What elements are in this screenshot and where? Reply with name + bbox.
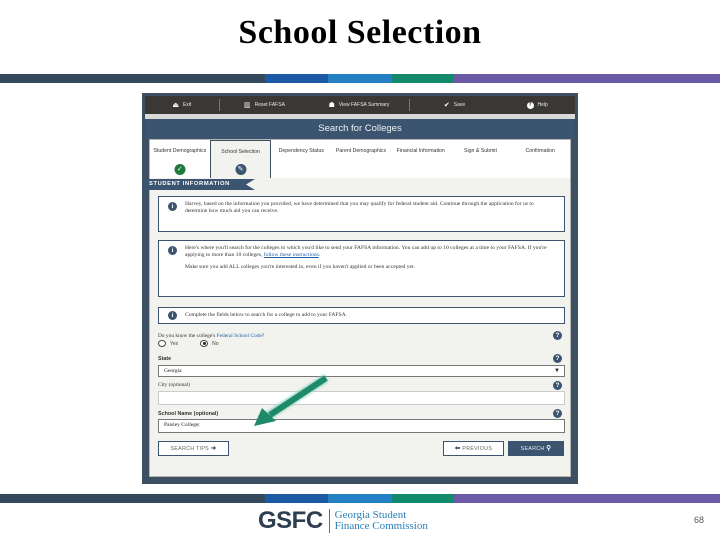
form-panel: Student Demographics ✓ School Selection … [142, 139, 571, 477]
page-header: Search for Colleges [145, 119, 575, 139]
help-icon: ? [526, 101, 534, 109]
state-select[interactable]: Georgia ▼ [158, 365, 565, 377]
follow-instructions-link[interactable]: follow these instructions [264, 252, 319, 258]
progress-steps: Student Demographics ✓ School Selection … [150, 140, 570, 178]
previous-button[interactable]: ⬅ PREVIOUS [443, 441, 504, 456]
page-number: 68 [694, 515, 705, 525]
logo-divider [328, 509, 330, 533]
search-icon: ⚲ [546, 445, 552, 452]
search-tips-button[interactable]: SEARCH TIPS ➜ [158, 441, 229, 456]
school-name-input[interactable]: Paisley College| [158, 419, 565, 433]
top-color-stripe [0, 74, 720, 83]
summary-icon: ☗ [328, 102, 335, 109]
step-confirmation[interactable]: Confirmation [510, 140, 570, 178]
step-student-demographics[interactable]: Student Demographics ✓ [150, 140, 210, 178]
city-label: City (optional) [158, 382, 190, 388]
school-code-question: Do you know the college's Federal School… [158, 333, 265, 339]
radio-yes[interactable] [158, 340, 166, 347]
state-label: State [158, 356, 172, 362]
nav-save[interactable]: ✔ Save [410, 96, 500, 114]
slide-title: School Selection [238, 14, 482, 51]
info-icon: i [168, 246, 177, 255]
trash-icon: ▥ [243, 102, 251, 109]
help-icon[interactable]: ? [553, 354, 562, 363]
arrow-left-circle-icon: ⬅ [454, 445, 461, 452]
logo-name: Georgia Student Finance Commission [334, 509, 428, 532]
search-info-alert: i Here's where you'll search for the col… [158, 240, 565, 297]
chevron-down-icon: ▼ [554, 368, 560, 374]
step-edit-pencil-icon: ✎ [235, 164, 247, 175]
info-icon: i [168, 202, 177, 211]
nav-view-summary[interactable]: ☗ View FAFSA Summary [309, 96, 409, 114]
eligibility-alert: i Harvey, based on the information you p… [158, 196, 565, 232]
federal-school-code-link[interactable]: Federal School Code [217, 333, 262, 339]
nav-help[interactable]: ? Help [499, 96, 575, 114]
step-sign-submit[interactable]: Sign & Submit [451, 140, 511, 178]
section-banner: STUDENT INFORMATION [142, 179, 255, 190]
info-icon: i [168, 311, 177, 320]
school-code-radio-group: Yes No [158, 340, 219, 347]
gsfc-logo: GSFC Georgia Student Finance Commission [258, 507, 428, 535]
step-complete-check-icon: ✓ [174, 164, 186, 175]
help-icon[interactable]: ? [553, 381, 562, 390]
top-nav: ⏏ Exit ▥ Reset FAFSA ☗ View FAFSA Summar… [145, 96, 575, 114]
help-icon[interactable]: ? [553, 331, 562, 340]
radio-no[interactable] [200, 340, 209, 347]
complete-fields-alert: i Complete the fields below to search fo… [158, 307, 565, 324]
nav-exit[interactable]: ⏏ Exit [145, 96, 219, 114]
city-input[interactable] [158, 391, 565, 405]
step-financial-information[interactable]: Financial Information [391, 140, 451, 178]
nav-reset-fafsa[interactable]: ▥ Reset FAFSA [220, 96, 310, 114]
bottom-color-stripe [0, 494, 720, 503]
step-dependency-status[interactable]: Dependency Status [271, 140, 331, 178]
search-button[interactable]: SEARCH ⚲ [508, 441, 564, 456]
help-icon[interactable]: ? [553, 409, 562, 418]
step-school-selection[interactable]: School Selection ✎ [209, 140, 272, 178]
logo-abbreviation: GSFC [258, 507, 323, 534]
check-icon: ✔ [443, 102, 450, 109]
exit-icon: ⏏ [172, 102, 179, 109]
arrow-right-circle-icon: ➜ [210, 445, 217, 452]
step-parent-demographics[interactable]: Parent Demographics [331, 140, 391, 178]
school-name-label: School Name (optional) [158, 411, 219, 417]
fafsa-screenshot: ⏏ Exit ▥ Reset FAFSA ☗ View FAFSA Summar… [142, 93, 578, 484]
